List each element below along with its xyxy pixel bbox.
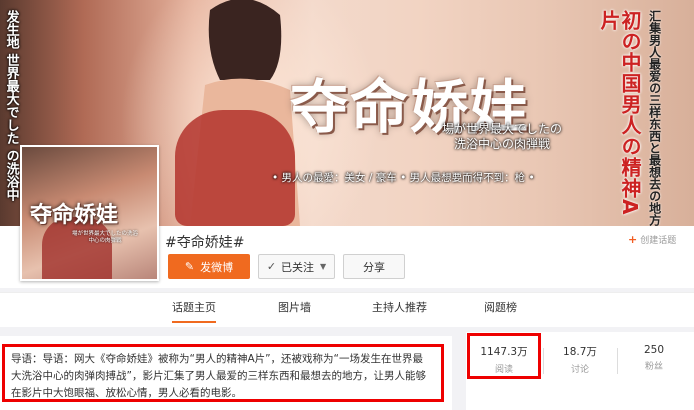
- intro-text: 导语：导语：网大《夺命娇娃》被称为“男人的精神A片”，还被戏称为“一场发生在世界…: [2, 344, 444, 402]
- stat-fans: 250 粉丝: [617, 344, 691, 372]
- stat-discussions: 18.7万 讨论: [543, 344, 617, 375]
- stat-fans-label: 粉丝: [644, 362, 663, 372]
- avatar-subtitle: 場が世界最大でしたの洗浴中心の肉弾戦: [71, 231, 138, 244]
- tab-host-recommend[interactable]: 主持人推荐: [372, 299, 427, 315]
- banner-left-vertical-text: 发生地 世界最大でした の洗浴中: [3, 10, 19, 202]
- create-topic-label: 创建话题: [640, 236, 677, 246]
- chevron-down-icon: ▼: [320, 262, 327, 271]
- tab-picture-wall[interactable]: 图片墙: [278, 299, 311, 315]
- banner-tagline: • 男人の最愛：美女 / 豪车 • 男人最想要而得不到：枪 •: [272, 172, 535, 184]
- banner-right-vertical-main: 初の中国男人の精神A片: [597, 10, 642, 216]
- plus-icon: +: [628, 233, 638, 246]
- tab-topic-home[interactable]: 话题主页: [172, 299, 216, 323]
- follow-button[interactable]: ✓ 已关注 ▼: [258, 254, 335, 279]
- check-icon: ✓: [266, 260, 277, 273]
- stat-discussions-value: 18.7万: [563, 346, 597, 358]
- share-label: 分享: [363, 260, 385, 274]
- follow-label: 已关注: [281, 260, 315, 274]
- stat-discussions-label: 讨论: [570, 365, 589, 375]
- tab-ranking[interactable]: 阅题榜: [484, 299, 517, 315]
- banner-right-vertical-side: 汇集男人最爱の三样东西と最想去の地方: [647, 10, 662, 226]
- banner-subtitle: 場が世界最大でしたの 洗浴中心の肉弾戦: [412, 122, 592, 152]
- share-button[interactable]: 分享: [343, 254, 405, 279]
- stat-fans-value: 250: [643, 344, 665, 356]
- create-topic-link[interactable]: + 创建话题: [628, 233, 676, 246]
- topic-avatar[interactable]: 夺命娇娃 場が世界最大でしたの洗浴中心の肉弾戦: [20, 145, 159, 281]
- topic-name: #夺命娇娃#: [165, 235, 245, 251]
- banner-red-dress: [175, 110, 295, 226]
- post-weibo-label: 发微博: [200, 260, 234, 274]
- topic-tabs: [0, 292, 694, 327]
- banner-subtitle-line2: 洗浴中心の肉弾戦: [453, 137, 550, 151]
- edit-icon: ✎: [184, 260, 195, 273]
- post-weibo-button[interactable]: ✎ 发微博: [168, 254, 250, 279]
- banner-subtitle-line1: 場が世界最大でしたの: [441, 122, 562, 136]
- avatar-title: 夺命娇娃: [30, 203, 119, 228]
- reads-highlight-box: [467, 333, 541, 379]
